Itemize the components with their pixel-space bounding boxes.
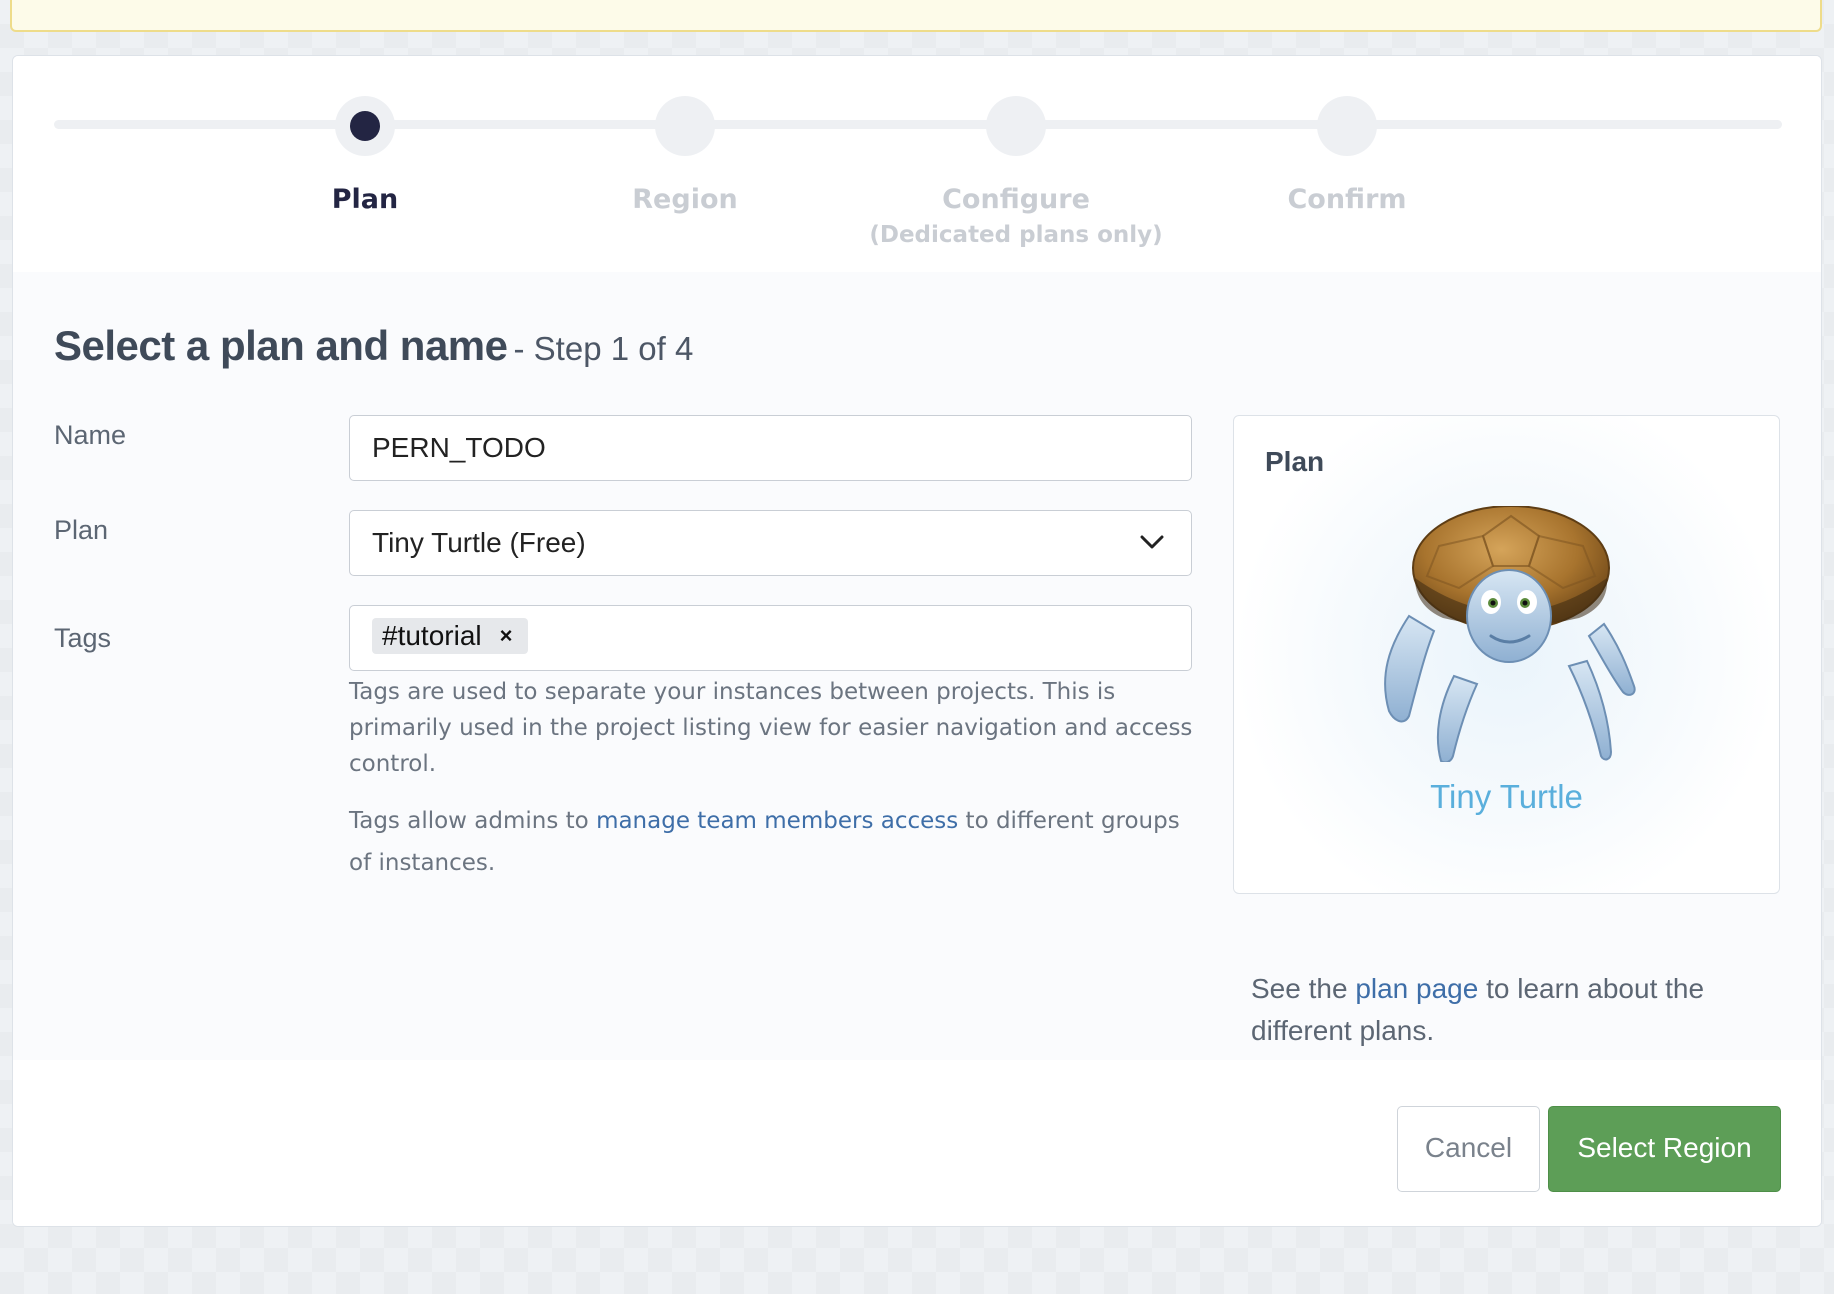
name-input-value: PERN_TODO bbox=[372, 432, 546, 463]
step-count-text: - Step 1 of 4 bbox=[513, 330, 694, 367]
step-configure-label: Configure bbox=[942, 184, 1090, 215]
plan-label: Plan bbox=[54, 515, 109, 545]
tags-input[interactable]: #tutorial × bbox=[349, 605, 1192, 671]
remove-tag-icon[interactable]: × bbox=[500, 618, 513, 654]
step-configure-indicator bbox=[986, 96, 1046, 156]
tag-chip: #tutorial × bbox=[372, 618, 529, 654]
tags-label: Tags bbox=[54, 623, 112, 653]
plan-note-pre: See the bbox=[1251, 973, 1356, 1004]
plan-preview-card: Plan Tiny Turtle bbox=[1233, 415, 1780, 894]
tags-admin-help: Tags allow admins to manage team members… bbox=[349, 800, 1209, 884]
step-configure: Configure (Dedicated plans only) bbox=[846, 96, 1186, 248]
tag-chip-label: #tutorial bbox=[382, 620, 482, 651]
plan-select[interactable]: Tiny Turtle (Free) bbox=[349, 510, 1192, 576]
step-region: Region bbox=[515, 96, 855, 216]
form-footer: Cancel Select Region bbox=[13, 1060, 1821, 1226]
tiny-turtle-mascot-icon bbox=[1384, 506, 1636, 762]
plan-preview-title: Plan bbox=[1265, 446, 1325, 477]
step-region-label: Region bbox=[632, 184, 738, 215]
form-body: Select a plan and name - Step 1 of 4 Name… bbox=[13, 272, 1821, 1061]
name-input[interactable]: PERN_TODO bbox=[349, 415, 1192, 481]
step-region-indicator bbox=[655, 96, 715, 156]
name-label: Name bbox=[54, 420, 127, 450]
plan-preview-name: Tiny Turtle bbox=[1430, 778, 1583, 815]
chevron-down-icon bbox=[1140, 535, 1164, 549]
step-plan-label: Plan bbox=[331, 184, 399, 215]
create-instance-card: Plan Region Configure (Dedicated plans o… bbox=[12, 55, 1822, 1227]
notice-banner bbox=[10, 0, 1822, 32]
tags-admin-help-pre: Tags allow admins to bbox=[349, 808, 597, 834]
step-confirm: Confirm bbox=[1177, 96, 1517, 216]
plan-page-note: See the plan page to learn about the dif… bbox=[1251, 968, 1771, 1052]
plan-select-value: Tiny Turtle (Free) bbox=[372, 527, 586, 558]
page-title-text: Select a plan and name bbox=[54, 322, 508, 369]
step-confirm-label: Confirm bbox=[1287, 184, 1407, 215]
step-plan-indicator bbox=[335, 96, 395, 156]
step-confirm-indicator bbox=[1317, 96, 1377, 156]
cancel-button[interactable]: Cancel bbox=[1397, 1106, 1540, 1192]
plan-page-link[interactable]: plan page bbox=[1355, 973, 1478, 1004]
step-plan: Plan bbox=[195, 96, 535, 216]
tags-help-text: Tags are used to separate your instances… bbox=[349, 679, 1193, 777]
step-configure-sublabel: (Dedicated plans only) bbox=[869, 222, 1163, 248]
page-title: Select a plan and name - Step 1 of 4 bbox=[54, 322, 693, 370]
select-region-button[interactable]: Select Region bbox=[1548, 1106, 1781, 1192]
wizard-stepper: Plan Region Configure (Dedicated plans o… bbox=[13, 56, 1821, 273]
manage-team-access-link[interactable]: manage team members access bbox=[596, 808, 958, 834]
